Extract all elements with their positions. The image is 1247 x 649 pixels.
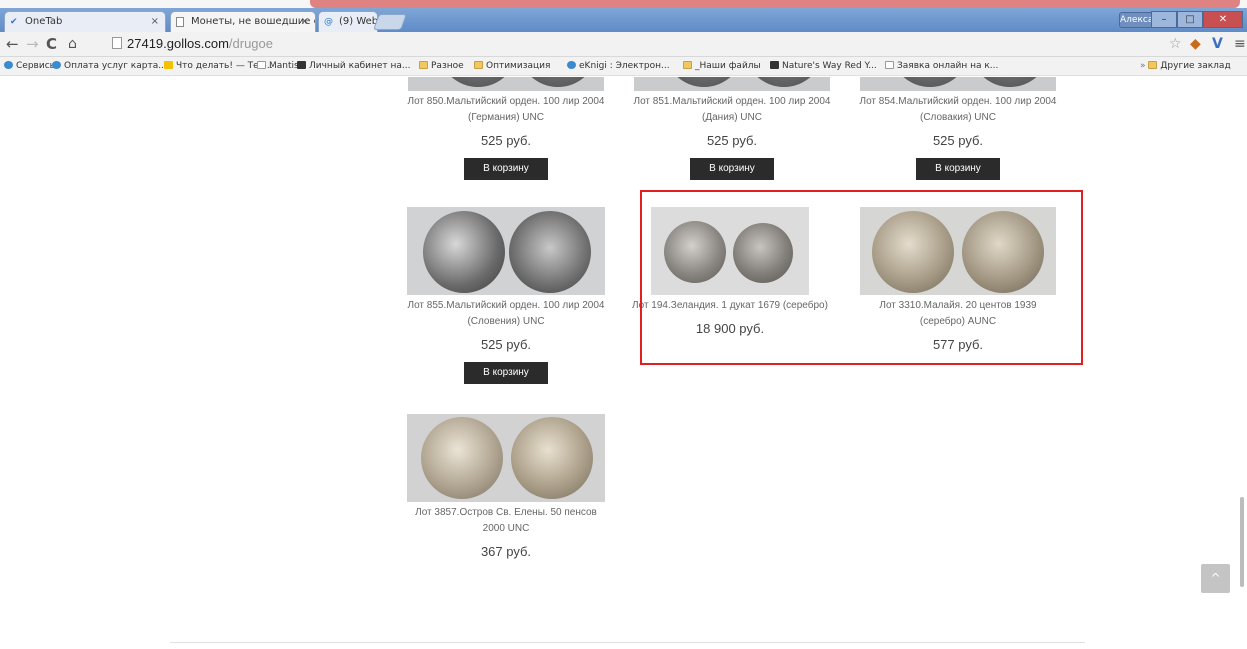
- bookmark-item[interactable]: Оплата услуг карта...: [52, 59, 167, 74]
- coin-image: [518, 77, 598, 87]
- product-name[interactable]: Лот 854.Мальтийский орден. 100 лир 2004 …: [858, 94, 1058, 126]
- coin-image: [890, 77, 970, 87]
- product-name[interactable]: Лот 3857.Остров Св. Елены. 50 пенсов 200…: [406, 505, 606, 537]
- window-controls: – □ ✕: [1151, 11, 1243, 28]
- close-window-icon[interactable]: ✕: [1203, 11, 1243, 28]
- product-image[interactable]: [407, 207, 605, 295]
- coin-image: [511, 417, 593, 499]
- page-icon: [176, 17, 184, 27]
- coin-image: [664, 77, 744, 87]
- page-info-icon: [112, 37, 122, 49]
- bookmark-icon: [297, 61, 306, 69]
- product-price: 367 руб.: [480, 544, 532, 559]
- coin-image: [421, 417, 503, 499]
- page-icon: [257, 61, 266, 69]
- apps-icon: [4, 61, 13, 69]
- url-field[interactable]: 27419.gollos.com/drugoe: [112, 35, 273, 53]
- product-image[interactable]: [860, 77, 1056, 91]
- tab-close-icon[interactable]: ×: [301, 12, 309, 32]
- url-path: /drugoe: [228, 36, 273, 51]
- new-tab-button[interactable]: [373, 14, 407, 30]
- folder-icon: [474, 61, 483, 69]
- mail-icon: @: [324, 17, 333, 27]
- tab-coins[interactable]: Монеты, не вошедшие с ×: [170, 11, 316, 32]
- url-host: 27419.gollos.com: [127, 36, 229, 51]
- tab-label: (9) Webmail TIMEWEB: [339, 16, 378, 27]
- add-to-cart-button[interactable]: В корзину: [464, 158, 548, 180]
- bookmark-folder-other[interactable]: » Другие заклад: [1140, 59, 1231, 74]
- product-image[interactable]: [407, 414, 605, 502]
- bookmark-icon: [52, 61, 61, 69]
- add-to-cart-button[interactable]: В корзину: [690, 158, 774, 180]
- minimize-icon[interactable]: –: [1151, 11, 1177, 28]
- bookmark-item[interactable]: Nature's Way Red Y...: [770, 59, 877, 74]
- product-name[interactable]: Лот 851.Мальтийский орден. 100 лир 2004 …: [632, 94, 832, 126]
- coin-image: [509, 211, 591, 293]
- back-arrow-icon[interactable]: ←: [6, 35, 19, 53]
- product-price: 525 руб.: [932, 133, 984, 148]
- tab-close-icon[interactable]: ×: [151, 12, 159, 32]
- onetab-extension-icon[interactable]: V: [1212, 35, 1223, 53]
- add-to-cart-button[interactable]: В корзину: [916, 158, 1000, 180]
- forward-arrow-icon[interactable]: →: [26, 35, 39, 53]
- extension-icon[interactable]: ◆: [1190, 35, 1201, 53]
- bookmark-item[interactable]: Заявка онлайн на к...: [885, 59, 998, 74]
- coin-image: [744, 77, 824, 87]
- product-name[interactable]: Лот 850.Мальтийский орден. 100 лир 2004 …: [406, 94, 606, 126]
- folder-icon: [683, 61, 692, 69]
- banner-red-bar: [310, 0, 1240, 8]
- onetab-icon: ✔: [10, 17, 18, 27]
- bookmarks-bar: Сервисы Оплата услуг карта... Что делать…: [0, 57, 1247, 76]
- add-to-cart-button[interactable]: В корзину: [464, 362, 548, 384]
- bookmark-item[interactable]: eKnigi : Электрон...: [567, 59, 670, 74]
- tab-label: OneTab: [25, 16, 63, 27]
- menu-icon[interactable]: ≡: [1234, 35, 1246, 53]
- browser-tab-bar: ✔ OneTab × Монеты, не вошедшие с × @ (9)…: [0, 8, 1247, 32]
- bookmark-icon: [567, 61, 576, 69]
- coin-image: [438, 77, 518, 87]
- product-card: Лот 851.Мальтийский орден. 100 лир 2004 …: [632, 77, 832, 180]
- product-image[interactable]: [408, 77, 604, 91]
- tab-onetab[interactable]: ✔ OneTab ×: [4, 11, 166, 32]
- star-icon[interactable]: ☆: [1169, 35, 1182, 53]
- product-price: 525 руб.: [480, 337, 532, 352]
- product-name[interactable]: Лот 855.Мальтийский орден. 100 лир 2004 …: [406, 298, 606, 330]
- chevron-up-icon: ^: [1210, 571, 1221, 585]
- bookmark-folder[interactable]: Разное: [419, 59, 464, 74]
- highlight-frame: [640, 190, 1083, 365]
- product-image[interactable]: [634, 77, 830, 91]
- product-price: 525 руб.: [706, 133, 758, 148]
- coin-image: [423, 211, 505, 293]
- address-bar: ← → C ⌂ 27419.gollos.com/drugoe ☆ ◆ V ≡: [0, 32, 1247, 57]
- scroll-to-top-button[interactable]: ^: [1201, 564, 1230, 593]
- tab-webmail[interactable]: @ (9) Webmail TIMEWEB: [318, 11, 378, 32]
- home-icon[interactable]: ⌂: [68, 35, 77, 53]
- product-card: Лот 855.Мальтийский орден. 100 лир 2004 …: [406, 207, 606, 384]
- coin-image: [970, 77, 1050, 87]
- bookmark-services[interactable]: Сервисы: [4, 59, 57, 74]
- product-card: Лот 3857.Остров Св. Елены. 50 пенсов 200…: [406, 414, 606, 561]
- product-card: Лот 854.Мальтийский орден. 100 лир 2004 …: [858, 77, 1058, 180]
- tab-label: Монеты, не вошедшие с: [191, 16, 316, 27]
- bookmark-folder[interactable]: Оптимизация: [474, 59, 550, 74]
- bookmark-icon: [770, 61, 779, 69]
- folder-icon: [419, 61, 428, 69]
- bookmark-item[interactable]: Mantis: [257, 59, 299, 74]
- folder-icon: [1148, 61, 1158, 69]
- page-icon: [885, 61, 894, 69]
- bookmark-folder[interactable]: _Наши файлы: [683, 59, 761, 74]
- product-price: 525 руб.: [480, 133, 532, 148]
- bookmark-icon: [164, 61, 173, 69]
- maximize-icon[interactable]: □: [1177, 11, 1203, 28]
- bookmark-item[interactable]: Личный кабинет на...: [297, 59, 411, 74]
- reload-icon[interactable]: C: [46, 35, 57, 53]
- page-scrollbar[interactable]: [1240, 497, 1244, 587]
- product-card: Лот 850.Мальтийский орден. 100 лир 2004 …: [406, 77, 606, 180]
- footer-divider: [170, 642, 1085, 643]
- page-content: Лот 850.Мальтийский орден. 100 лир 2004 …: [0, 77, 1247, 649]
